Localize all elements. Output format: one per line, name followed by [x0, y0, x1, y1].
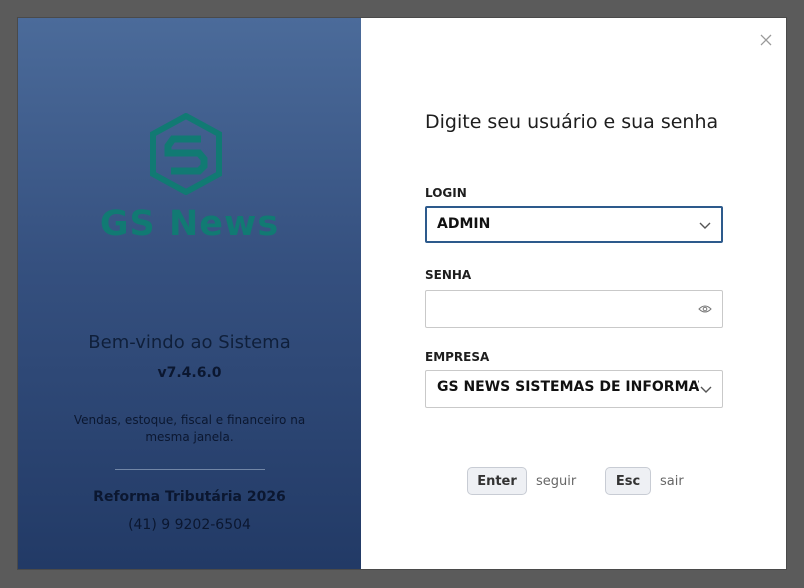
password-field[interactable] — [425, 290, 723, 328]
login-heading: Digite seu usuário e sua senha — [425, 111, 719, 133]
login-label: LOGIN — [425, 186, 467, 200]
company-label: EMPRESA — [425, 350, 490, 364]
close-icon[interactable] — [758, 32, 774, 48]
login-select[interactable]: ADMIN — [425, 206, 723, 243]
chevron-down-icon[interactable] — [700, 384, 712, 394]
chevron-down-icon[interactable] — [699, 220, 711, 230]
version-label: v7.4.6.0 — [157, 365, 222, 381]
login-value: ADMIN — [437, 216, 491, 232]
phone-number: (41) 9 9202-6504 — [128, 517, 251, 533]
welcome-text: Bem-vindo ao Sistema — [88, 332, 291, 353]
enter-key-button[interactable]: Enter — [467, 467, 527, 495]
company-value: GS NEWS SISTEMAS DE INFORMATICA — [437, 379, 699, 395]
reform-text: Reforma Tributária 2026 — [93, 489, 286, 505]
tagline-text: Vendas, estoque, fiscal e financeiro na … — [73, 413, 306, 444]
company-select[interactable]: GS NEWS SISTEMAS DE INFORMATICA — [425, 370, 723, 408]
divider — [115, 469, 265, 470]
login-window: GS News Bem-vindo ao Sistema v7.4.6.0 Ve… — [18, 18, 786, 569]
password-label: SENHA — [425, 268, 472, 282]
esc-hint: sair — [660, 474, 684, 489]
eye-icon[interactable] — [698, 304, 712, 314]
esc-key-button[interactable]: Esc — [605, 467, 651, 495]
brand-name: GS News — [99, 204, 280, 244]
enter-hint: seguir — [536, 474, 577, 489]
gs-logo-icon — [150, 113, 222, 195]
brand-panel: GS News Bem-vindo ao Sistema v7.4.6.0 Ve… — [18, 18, 361, 569]
